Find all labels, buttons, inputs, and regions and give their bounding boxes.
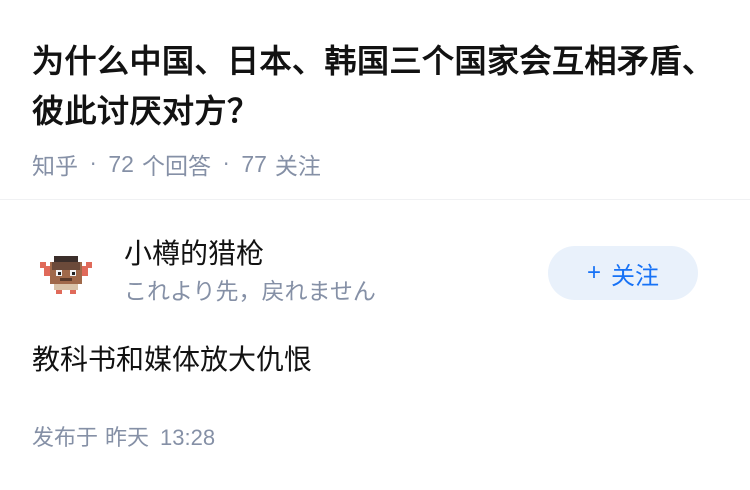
separator-dot: · <box>90 152 97 176</box>
answer-content[interactable]: 教科书和媒体放大仇恨 <box>32 340 312 380</box>
question-title[interactable]: 为什么中国、日本、韩国三个国家会互相矛盾、彼此讨厌对方？ <box>32 36 718 136</box>
answer-page: 为什么中国、日本、韩国三个国家会互相矛盾、彼此讨厌对方？ 知乎 · 72 个回答… <box>0 0 750 490</box>
follow-button[interactable]: + 关注 <box>548 246 698 300</box>
publish-info: 发布于 昨天 13:28 <box>32 422 215 455</box>
published-time: 13:28 <box>160 425 216 450</box>
follow-label: 关注 <box>611 262 659 290</box>
answers-count: 72 <box>108 150 134 177</box>
author-name[interactable]: 小樽的猎枪 <box>124 236 264 272</box>
author-bio: これより先，戻れません <box>124 279 376 305</box>
avatar[interactable] <box>38 244 94 300</box>
followers-label: 关注 <box>274 154 321 180</box>
avatar-image <box>40 256 92 294</box>
author-card: 小樽的猎枪 これより先，戻れません + 关注 <box>32 232 718 312</box>
published-label: 发布于 <box>32 426 99 451</box>
plus-icon: + <box>586 259 601 286</box>
question-header: 为什么中国、日本、韩国三个国家会互相矛盾、彼此讨厌对方？ 知乎 · 72 个回答… <box>0 0 750 200</box>
question-meta: 知乎 · 72 个回答 · 77 关注 <box>32 147 718 181</box>
answers-label: 个回答 <box>141 154 211 180</box>
source-label[interactable]: 知乎 <box>32 147 78 181</box>
followers-count: 77 <box>241 150 267 177</box>
published-day: 昨天 <box>105 426 150 451</box>
separator-dot: · <box>222 152 230 176</box>
